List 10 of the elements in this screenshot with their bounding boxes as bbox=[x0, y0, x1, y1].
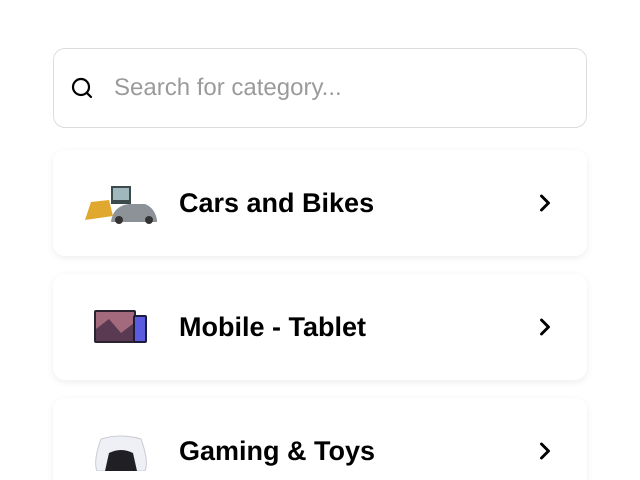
category-card[interactable]: Cars and Bikes bbox=[53, 150, 587, 256]
search-input[interactable]: Search for category... bbox=[114, 70, 570, 106]
category-label: Gaming & Toys bbox=[179, 434, 376, 468]
search-icon bbox=[70, 76, 94, 100]
category-label: Cars and Bikes bbox=[179, 186, 376, 220]
category-label: Mobile - Tablet bbox=[179, 310, 367, 344]
category-card[interactable]: Gaming & Toys bbox=[53, 398, 587, 480]
category-card[interactable]: Mobile - Tablet bbox=[53, 274, 587, 380]
search-field[interactable]: Search for category... bbox=[53, 48, 587, 128]
tablet-and-phone-drawing bbox=[93, 309, 149, 345]
